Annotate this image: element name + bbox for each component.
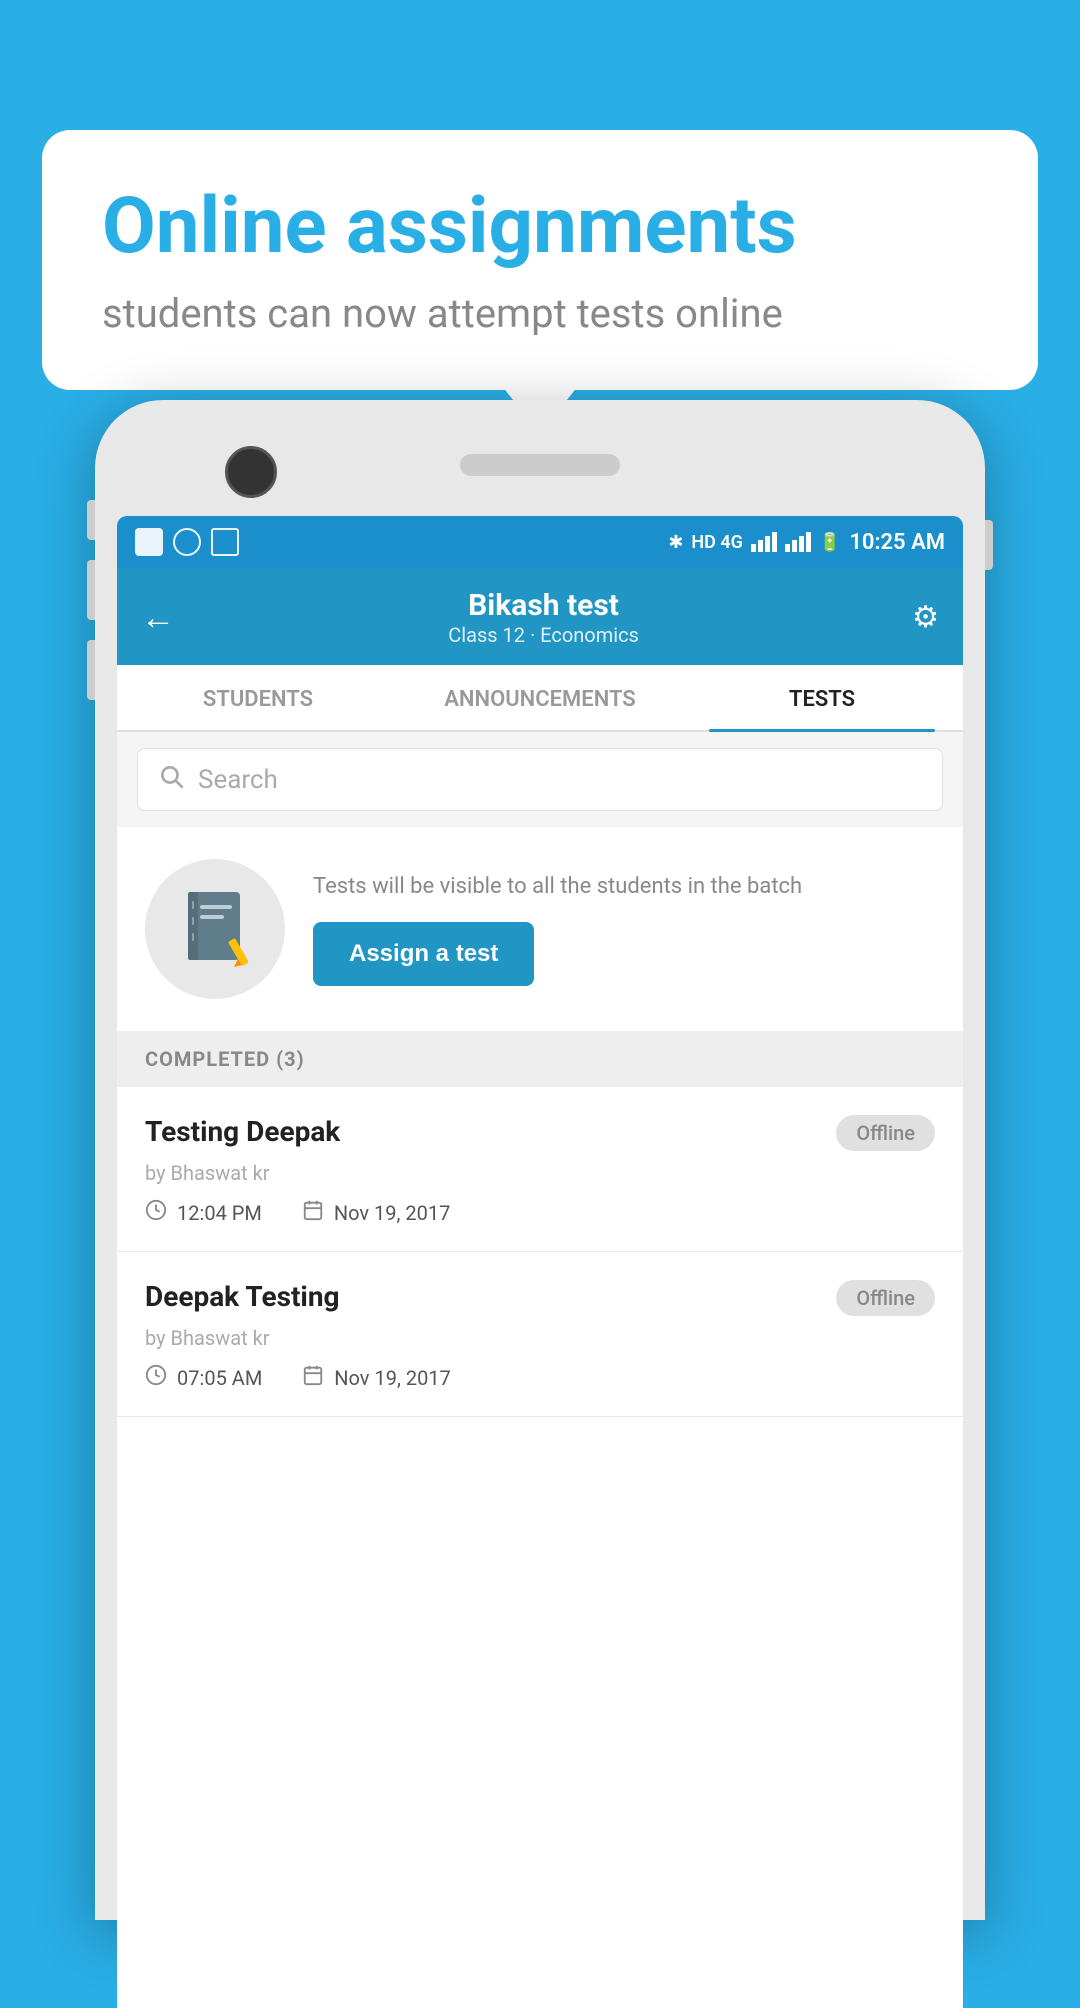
assign-icon-circle — [145, 859, 285, 999]
search-placeholder: Search — [198, 765, 278, 795]
clock-icon — [145, 1199, 167, 1227]
speech-bubble: Online assignments students can now atte… — [42, 130, 1038, 390]
test-author: by Bhaswat kr — [145, 1326, 935, 1350]
phone-side-button-left-2 — [87, 560, 95, 620]
test-name: Deepak Testing — [145, 1280, 340, 1313]
search-bar-wrap: Search — [117, 732, 963, 827]
phone-side-button-left-3 — [87, 640, 95, 700]
signal-bars-2 — [785, 532, 811, 552]
speech-bubble-container: Online assignments students can now atte… — [42, 130, 1038, 390]
phone-camera — [225, 446, 277, 498]
whatsapp-icon — [173, 528, 201, 556]
assign-test-button[interactable]: Assign a test — [313, 922, 534, 986]
assign-right: Tests will be visible to all the student… — [313, 872, 935, 987]
search-bar[interactable]: Search — [137, 748, 943, 811]
back-button[interactable]: ← — [141, 598, 175, 638]
test-time: 12:04 PM — [145, 1199, 262, 1227]
app-bar: ← Bikash test Class 12 · Economics ⚙ — [117, 568, 963, 665]
status-left-icons — [135, 528, 239, 556]
assign-description: Tests will be visible to all the student… — [313, 872, 935, 903]
signal-bars — [751, 532, 777, 552]
test-status-badge: Offline — [836, 1280, 935, 1316]
app-bar-title: Bikash test — [448, 588, 639, 623]
test-date: Nov 19, 2017 — [302, 1199, 451, 1227]
media-icon — [211, 528, 239, 556]
bluetooth-icon: ✱ — [668, 532, 683, 553]
test-author: by Bhaswat kr — [145, 1161, 935, 1185]
test-time-value: 07:05 AM — [177, 1366, 262, 1390]
calendar-icon — [302, 1199, 324, 1227]
test-meta: 12:04 PM Nov 19, 2017 — [145, 1199, 935, 1227]
tab-tests[interactable]: TESTS — [681, 665, 963, 730]
test-item-top: Deepak Testing Offline — [145, 1280, 935, 1316]
completed-section-header: COMPLETED (3) — [117, 1031, 963, 1087]
test-date-value: Nov 19, 2017 — [334, 1366, 451, 1390]
test-item[interactable]: Testing Deepak Offline by Bhaswat kr 12:… — [117, 1087, 963, 1252]
test-date-value: Nov 19, 2017 — [334, 1201, 451, 1225]
battery-icon: 🔋 — [819, 532, 841, 553]
phone-screen: ✱ HD 4G 🔋 10:25 AM ← — [117, 516, 963, 2008]
phone-speaker — [460, 454, 620, 476]
app-bar-subtitle: Class 12 · Economics — [448, 623, 639, 647]
app-bar-center: Bikash test Class 12 · Economics — [448, 588, 639, 647]
test-time: 07:05 AM — [145, 1364, 262, 1392]
phone-side-button-right — [985, 520, 993, 570]
speech-subtitle: students can now attempt tests online — [102, 288, 978, 340]
tab-students[interactable]: STUDENTS — [117, 665, 399, 730]
test-time-value: 12:04 PM — [177, 1201, 262, 1225]
test-status-badge: Offline — [836, 1115, 935, 1151]
settings-button[interactable]: ⚙ — [912, 600, 939, 635]
test-date: Nov 19, 2017 — [302, 1364, 451, 1392]
test-name: Testing Deepak — [145, 1115, 340, 1148]
phone-side-button-left-1 — [87, 500, 95, 540]
tab-announcements[interactable]: ANNOUNCEMENTS — [399, 665, 681, 730]
test-item[interactable]: Deepak Testing Offline by Bhaswat kr 07:… — [117, 1252, 963, 1417]
clock-icon — [145, 1364, 167, 1392]
test-item-top: Testing Deepak Offline — [145, 1115, 935, 1151]
calendar-icon — [302, 1364, 324, 1392]
notebook-icon — [178, 887, 253, 972]
phone-frame: ✱ HD 4G 🔋 10:25 AM ← — [95, 400, 985, 1920]
speech-title: Online assignments — [102, 184, 978, 270]
test-meta: 07:05 AM Nov 19, 2017 — [145, 1364, 935, 1392]
status-time: 10:25 AM — [849, 530, 945, 555]
network-label: HD 4G — [691, 532, 743, 553]
search-icon — [158, 763, 184, 796]
status-bar: ✱ HD 4G 🔋 10:25 AM — [117, 516, 963, 568]
status-right-area: ✱ HD 4G 🔋 10:25 AM — [668, 530, 945, 555]
notification-icon — [135, 528, 163, 556]
tabs-container: STUDENTS ANNOUNCEMENTS TESTS — [117, 665, 963, 732]
assign-section: Tests will be visible to all the student… — [117, 827, 963, 1031]
